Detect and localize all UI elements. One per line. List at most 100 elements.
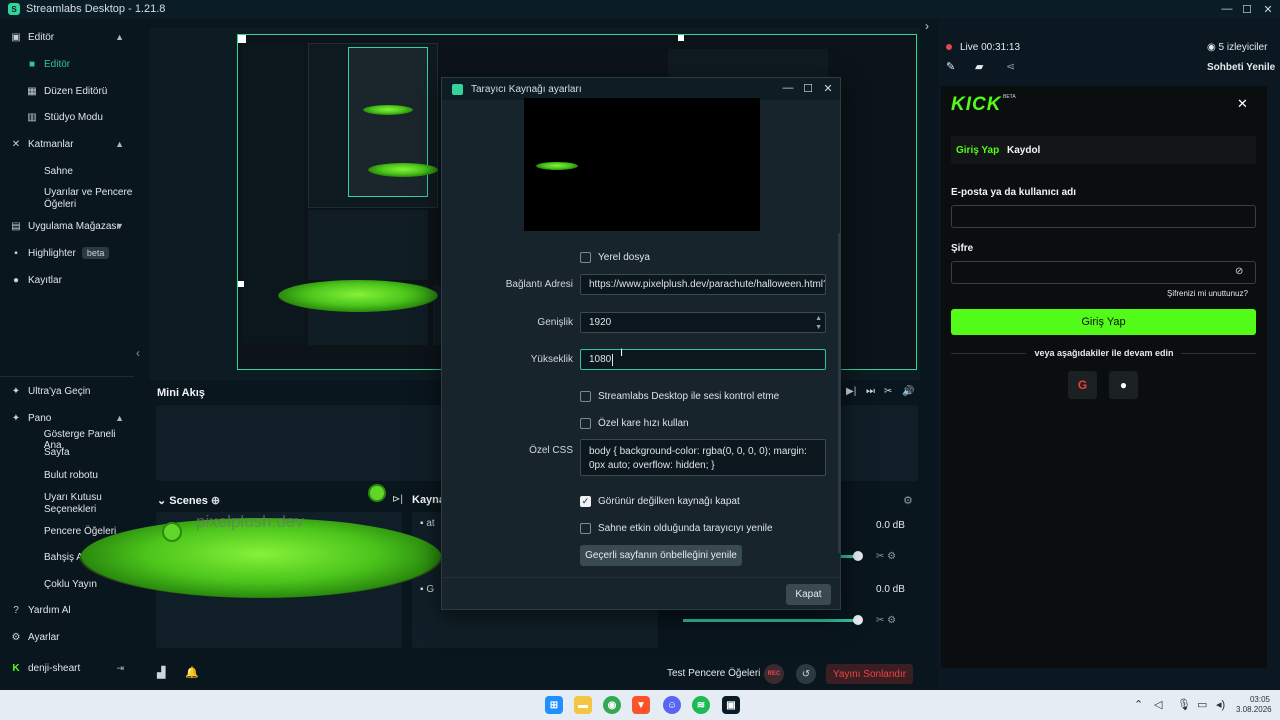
source-item[interactable]: ▪ at <box>420 518 435 529</box>
nav-dashboard[interactable]: ✦ Pano ▲ <box>0 411 134 425</box>
add-scene-icon[interactable]: ⊕ <box>211 495 220 507</box>
nav-studio-mode[interactable]: ▥ Stüdyo Modu <box>0 110 134 124</box>
width-input[interactable]: 1920 ▲ ▼ <box>580 312 826 333</box>
nav-editor[interactable]: ▣ Editör ▲ <box>0 30 134 44</box>
nav-help[interactable]: ? Yardım Al <box>0 603 134 617</box>
nav-layers[interactable]: ✕ Katmanlar ▲ <box>0 137 134 151</box>
refresh-chat-button[interactable]: Sohbeti Yenile <box>1207 62 1275 73</box>
local-file-checkbox[interactable]: Yerel dosya <box>580 252 650 263</box>
file-explorer-icon[interactable]: ▬ <box>574 696 592 714</box>
nav-alerts[interactable]: Uyarılar ve Pencere <box>0 186 134 198</box>
nav-app-store[interactable]: ▤ Uygulama Mağazası ▼ <box>0 219 134 233</box>
close-icon[interactable]: ✕ <box>820 82 836 95</box>
rec-button[interactable]: REC <box>764 664 784 684</box>
maximize-icon[interactable]: ☐ <box>800 82 816 95</box>
stepper-icon[interactable]: ▲ ▼ <box>815 314 822 332</box>
url-input[interactable]: https://www.pixelplush.dev/parachute/hal… <box>580 274 826 295</box>
brave-icon[interactable]: ▼ <box>632 696 650 714</box>
chevron-down-icon[interactable]: ⌄ <box>157 495 169 507</box>
height-input[interactable]: 1080 <box>580 349 826 370</box>
resize-handle[interactable] <box>238 281 244 287</box>
end-stream-button[interactable]: Yayını Sonlandır <box>826 664 913 684</box>
nav-dash-home[interactable]: Gösterge Paneli Ana <box>0 429 134 451</box>
volume-slider-2[interactable] <box>683 619 858 622</box>
streamlabs-taskbar-icon[interactable]: ▣ <box>722 696 740 714</box>
refresh-cache-button[interactable]: Geçerli sayfanın önbelleğini yenile <box>580 545 742 566</box>
stats-icon[interactable]: ▟ <box>157 666 165 679</box>
nav-alertbox[interactable]: Uyarı Kutusu <box>0 491 134 503</box>
nav-dashboard-label: Pano <box>28 412 52 424</box>
close-icon[interactable]: ✕ <box>1257 0 1279 18</box>
nav-highlighter[interactable]: ▪ Highlighter beta <box>0 246 134 260</box>
nav-editor-label: Editör <box>28 31 55 43</box>
mute-icon[interactable]: ✂ ⚙ <box>876 551 896 562</box>
google-icon[interactable]: G <box>1068 371 1097 399</box>
nav-alertbox-label-2: Seçenekleri <box>44 503 97 515</box>
refresh-active-checkbox[interactable]: Sahne etkin olduğunda tarayıcıyı yenile <box>580 523 773 534</box>
share-icon[interactable]: ⋖ <box>1006 60 1015 73</box>
close-icon[interactable]: ✕ <box>1237 96 1248 112</box>
skip-icon[interactable]: ▶| <box>846 386 856 397</box>
nav-recordings[interactable]: ● Kayıtlar <box>0 273 134 287</box>
login-button[interactable]: Giriş Yap <box>951 309 1256 335</box>
tab-login[interactable]: Giriş Yap <box>956 145 999 156</box>
eye-off-icon[interactable]: ⊘ <box>1235 266 1243 277</box>
next-icon[interactable]: ⏭ <box>866 386 875 397</box>
live-indicator-icon <box>946 44 952 50</box>
nav-ultra[interactable]: ✦ Ultra'ya Geçin <box>0 384 134 398</box>
tray-network-icon[interactable]: ▭ <box>1197 698 1207 711</box>
close-button[interactable]: Kapat <box>786 584 831 605</box>
apple-icon[interactable]: ● <box>1109 371 1138 399</box>
discord-icon[interactable]: ☺ <box>663 696 681 714</box>
nav-user[interactable]: Kdenji-sheart ⇥ <box>0 661 134 675</box>
tray-volume-icon[interactable]: ◂) <box>1216 698 1225 711</box>
tray-chevron-up-icon[interactable]: ⌃ <box>1134 698 1143 711</box>
minimize-icon[interactable]: — <box>1216 0 1238 18</box>
dialog-scrollbar[interactable] <box>838 233 841 553</box>
nav-cloudbot[interactable]: Bulut robotu <box>0 468 134 482</box>
slider-handle[interactable] <box>853 615 863 625</box>
nav-settings[interactable]: ⚙ Ayarlar <box>0 630 134 644</box>
taskbar-clock[interactable]: 03:05 3.08.2026 <box>1236 695 1272 715</box>
resize-handle[interactable] <box>238 35 246 43</box>
edit-icon[interactable]: ✎ <box>946 60 955 73</box>
chrome-icon[interactable]: ◉ <box>603 696 621 714</box>
mixer-gear-icon[interactable]: ⚙ <box>903 494 913 507</box>
dialog-titlebar: Tarayıcı Kaynağı ayarları — ☐ ✕ <box>442 78 840 100</box>
tab-register[interactable]: Kaydol <box>1007 145 1040 156</box>
nav-editor-sub[interactable]: ■ Editör <box>0 57 134 71</box>
slider-handle[interactable] <box>853 551 863 561</box>
expand-chat-icon[interactable]: › <box>925 19 929 33</box>
replay-buffer-icon[interactable]: ↺ <box>796 664 816 684</box>
forgot-password-link[interactable]: Şifrenizi mi unuttunuz? <box>1167 289 1248 298</box>
mute-icon[interactable]: ✂ <box>884 386 892 397</box>
custom-fps-checkbox[interactable]: Özel kare hızı kullan <box>580 418 689 429</box>
tray-mic-icon[interactable]: 🎙 <box>1177 698 1191 711</box>
kick-login-panel: KICK BETA ✕ Giriş Yap Kaydol E-posta ya … <box>941 86 1267 668</box>
custom-css-textarea[interactable]: body { background-color: rgba(0, 0, 0, 0… <box>580 439 826 476</box>
spotify-icon[interactable]: ≋ <box>692 696 710 714</box>
maximize-icon[interactable]: ☐ <box>1236 0 1258 18</box>
email-field[interactable] <box>951 205 1256 228</box>
transition-icon[interactable]: ⊳| <box>392 494 403 505</box>
folder-icon[interactable]: ▰ <box>975 60 983 73</box>
mute-icon[interactable]: ✂ ⚙ <box>876 615 896 626</box>
or-continue-label: veya aşağıdakiler ile devam edin <box>1034 348 1174 358</box>
dashboard-icon: ✦ <box>11 412 21 424</box>
nav-layout-editor[interactable]: ▦ Düzen Editörü <box>0 84 134 98</box>
shutdown-hidden-checkbox[interactable]: ✓ Görünür değilken kaynağı kapat <box>580 496 740 507</box>
password-field[interactable] <box>951 261 1256 284</box>
logout-icon[interactable]: ⇥ <box>116 663 124 674</box>
streamlabs-app-icon: S <box>8 3 20 15</box>
bell-icon[interactable]: 🔔 <box>185 666 199 679</box>
test-widgets-button[interactable]: Test Pencere Öğeleri <box>667 668 760 679</box>
resize-handle[interactable] <box>678 35 684 41</box>
control-audio-checkbox[interactable]: Streamlabs Desktop ile sesi kontrol etme <box>580 391 779 402</box>
windows-start-icon[interactable]: ⊞ <box>545 696 563 714</box>
collapse-nav-icon[interactable]: ‹ <box>136 346 140 360</box>
nav-scene[interactable]: Sahne <box>0 164 134 178</box>
minimize-icon[interactable]: — <box>780 82 796 94</box>
tray-speaker-icon[interactable]: ◁ <box>1154 698 1162 711</box>
volume-icon[interactable]: 🔊 <box>902 386 914 397</box>
source-item[interactable]: ▪ G <box>420 584 434 595</box>
